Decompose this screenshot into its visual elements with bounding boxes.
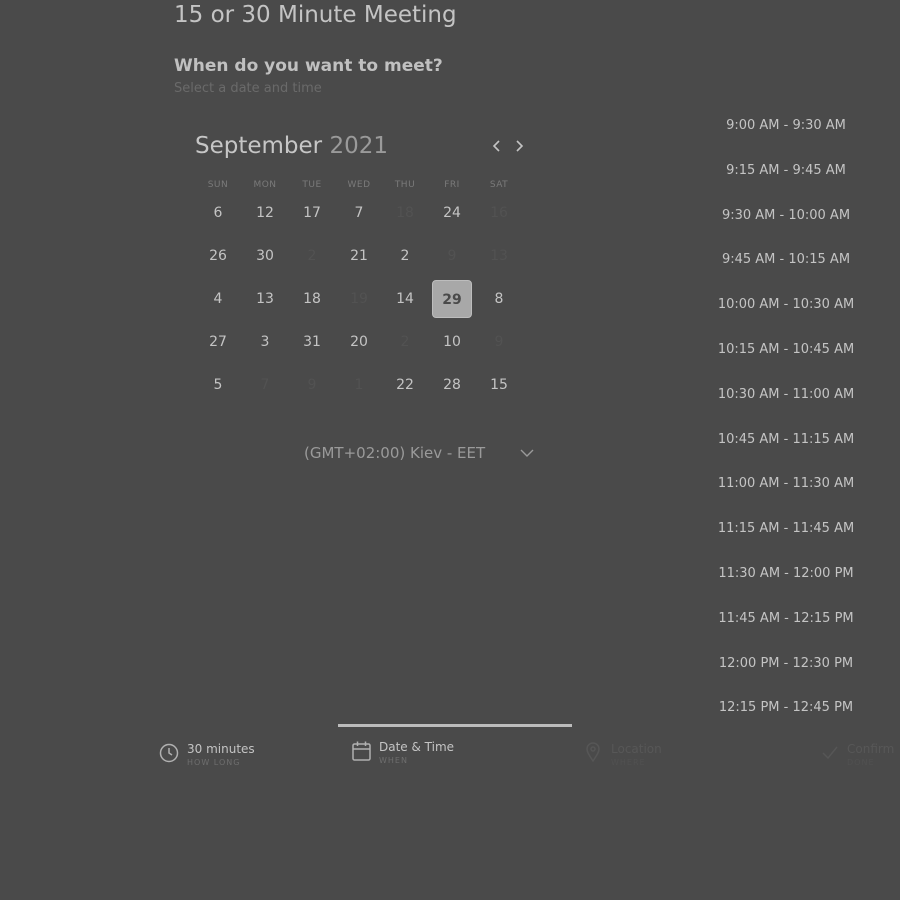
calendar-day[interactable]: 14 [385,280,425,318]
weekday-label: FRI [444,180,460,190]
time-slot-button[interactable]: 11:15 AM - 11:45 AM [706,515,866,543]
chevron-down-icon [520,449,534,457]
calendar-day[interactable]: 21 [339,237,379,275]
calendar-day[interactable]: 31 [292,323,332,361]
calendar-day[interactable]: 17 [292,194,332,232]
time-slot-button[interactable]: 11:45 AM - 12:15 PM [706,605,866,633]
previous-month-button[interactable] [487,136,507,156]
chevron-right-icon [516,140,524,152]
calendar-month: September [195,133,323,159]
clock-icon [159,743,179,763]
time-slot-button[interactable]: 9:00 AM - 9:30 AM [706,112,866,140]
calendar-day[interactable]: 12 [245,194,285,232]
calendar-day[interactable]: 8 [479,280,519,318]
calendar-year: 2021 [329,133,388,159]
calendar-day[interactable]: 4 [198,280,238,318]
time-slot-button[interactable]: 10:45 AM - 11:15 AM [706,426,866,454]
weekday-label: SAT [489,180,509,190]
step-date-time-sub: WHEN [379,756,408,765]
calendar-day: 9 [447,248,457,264]
time-slot-button[interactable]: 10:15 AM - 10:45 AM [706,336,866,364]
step-duration-label: 30 minutes [187,742,255,756]
calendar-day[interactable]: 13 [245,280,285,318]
calendar-day: 1 [354,377,364,393]
chevron-left-icon [492,140,500,152]
weekday-label: TUE [302,180,322,190]
step-progress-indicator [338,724,572,727]
time-slot-button[interactable]: 9:30 AM - 10:00 AM [706,202,866,230]
weekday-label: THU [394,180,416,190]
booking-page: 15 or 30 Minute Meeting When do you want… [0,0,900,900]
time-slot-button[interactable]: 12:00 PM - 12:30 PM [706,650,866,678]
calendar-day[interactable]: 6 [198,194,238,232]
time-slot-button[interactable]: 9:45 AM - 10:15 AM [706,246,866,274]
time-slot-button[interactable]: 12:15 PM - 12:45 PM [706,694,866,722]
calendar-day[interactable]: 24 [432,194,472,232]
calendar-day[interactable]: 7 [339,194,379,232]
step-date-time-label: Date & Time [379,740,455,754]
check-icon [822,746,838,760]
page-title: 15 or 30 Minute Meeting [174,2,457,28]
calendar-day: 9 [307,377,317,393]
calendar-day: 13 [490,248,508,264]
calendar-day: 2 [307,248,317,264]
time-slot-button[interactable]: 10:30 AM - 11:00 AM [706,381,866,409]
calendar-day[interactable]: 27 [198,323,238,361]
calendar-day[interactable]: 22 [385,366,425,404]
step-location-label: Location [611,742,662,756]
calendar-day[interactable]: 15 [479,366,519,404]
calendar-day[interactable]: 30 [245,237,285,275]
calendar-day[interactable]: 26 [198,237,238,275]
calendar-day[interactable]: 28 [432,366,472,404]
calendar-day: 9 [494,334,504,350]
step-confirm-label: Confirm [847,742,895,756]
calendar-icon [352,741,371,761]
weekday-label: WED [347,180,371,190]
weekday-label: SUN [207,180,229,190]
calendar-day: 2 [400,334,410,350]
step-location-sub: WHERE [611,758,646,767]
calendar-day[interactable]: 5 [198,366,238,404]
time-slot-button[interactable]: 9:15 AM - 9:45 AM [706,157,866,185]
calendar-day[interactable]: 18 [292,280,332,318]
calendar-day[interactable]: 3 [245,323,285,361]
step-confirm-sub: DONE [847,758,875,767]
weekday-label: MON [253,180,277,190]
calendar-month-label: September 2021 [195,131,388,161]
calendar-day[interactable]: 10 [432,323,472,361]
calendar-day-selected[interactable]: 29 [432,280,472,318]
section-heading: When do you want to meet? [174,56,443,76]
timezone-label: (GMT+02:00) Kiev - EET [304,444,486,462]
calendar-day[interactable]: 20 [339,323,379,361]
calendar-day: 18 [396,205,414,221]
time-slot-button[interactable]: 11:30 AM - 12:00 PM [706,560,866,588]
step-duration-sub: HOW LONG [187,758,241,767]
time-slot-button[interactable]: 10:00 AM - 10:30 AM [706,291,866,319]
calendar-day[interactable]: 2 [385,237,425,275]
section-subtitle: Select a date and time [174,81,322,96]
calendar-day: 16 [490,205,508,221]
next-month-button[interactable] [509,136,529,156]
timezone-select[interactable]: (GMT+02:00) Kiev - EET [300,442,540,466]
location-pin-icon [586,742,600,763]
calendar-day: 7 [260,377,270,393]
calendar-day: 19 [350,291,368,307]
time-slot-button[interactable]: 11:00 AM - 11:30 AM [706,470,866,498]
